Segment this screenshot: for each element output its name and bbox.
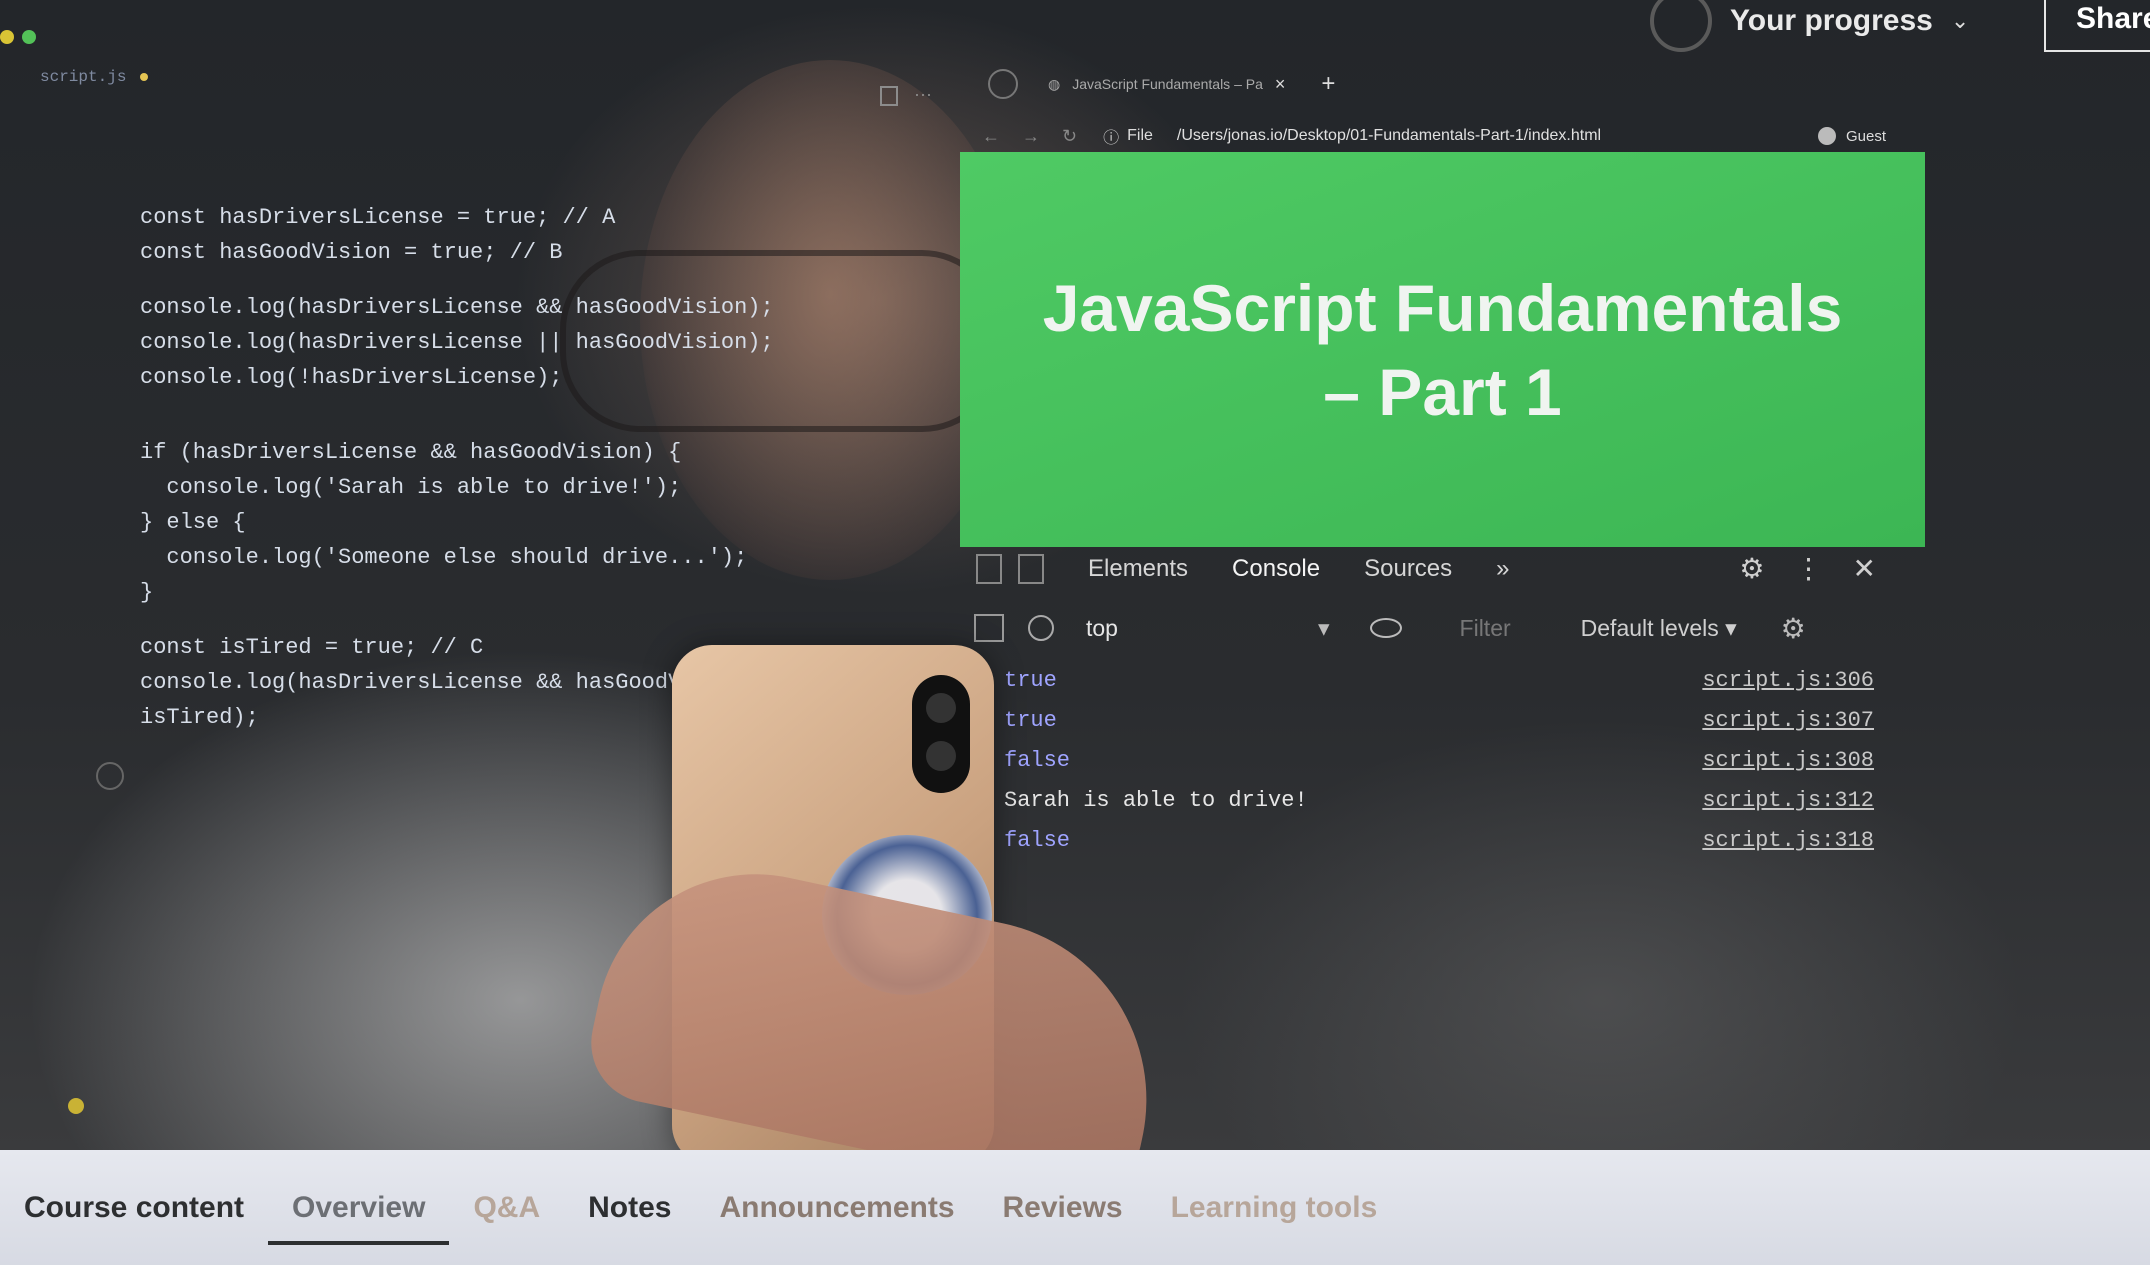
context-select[interactable]: top: [1086, 615, 1118, 642]
breakpoint-icon[interactable]: [96, 762, 124, 790]
browser-menu-icon[interactable]: [988, 69, 1018, 99]
console-row: Sarah is able to drive! script.js:312: [1004, 780, 1884, 820]
console-message: true: [1004, 667, 1057, 693]
code-line: console.log(hasDriversLicense && hasGood…: [140, 295, 774, 320]
camera-icon: [912, 675, 970, 793]
reload-icon[interactable]: ↻: [1062, 126, 1077, 147]
zoom-dot[interactable]: [22, 30, 36, 44]
progress-label: Your progress: [1730, 4, 1933, 37]
tab-announcements[interactable]: Announcements: [695, 1191, 978, 1225]
console-row: false script.js:308: [1004, 740, 1884, 780]
device-toggle-icon[interactable]: [1018, 554, 1044, 584]
tab-sources[interactable]: Sources: [1364, 555, 1452, 583]
browser-tab[interactable]: ◍ JavaScript Fundamentals – Pa ×: [1048, 74, 1285, 95]
tab-elements[interactable]: Elements: [1088, 555, 1188, 583]
minimize-dot[interactable]: [0, 30, 14, 44]
console-message: Sarah is able to drive!: [1004, 787, 1308, 813]
forward-icon[interactable]: →: [1022, 126, 1040, 147]
code-line: } else {: [140, 510, 246, 535]
code-line: console.log(hasDriversLicense || hasGood…: [140, 330, 774, 355]
unsaved-dot: [140, 73, 149, 81]
browser-tabbar: ◍ JavaScript Fundamentals – Pa × +: [960, 62, 1930, 106]
tab-overview[interactable]: Overview: [268, 1191, 450, 1245]
levels-dropdown[interactable]: Default levels ▾: [1581, 615, 1737, 642]
warning-dot-icon: [68, 1098, 84, 1114]
person-icon: [1817, 127, 1836, 145]
screen-photo: script.js ··· Your progress ⌄ Share cons…: [0, 0, 2150, 1206]
gear-icon[interactable]: ⚙: [1739, 552, 1764, 585]
console-row: false script.js:318: [1004, 820, 1884, 860]
console-source-link[interactable]: script.js:306: [1702, 668, 1874, 693]
address-bar[interactable]: ← → ↻ ⓘ File /Users/jonas.io/Desktop/01-…: [960, 116, 1930, 156]
share-button[interactable]: Share: [2044, 0, 2150, 52]
console-message: false: [1004, 747, 1071, 773]
close-icon[interactable]: ✕: [1853, 552, 1876, 585]
info-icon: ⓘ: [1103, 130, 1120, 147]
sidebar-toggle-icon[interactable]: [974, 614, 1004, 642]
window-controls: [0, 30, 36, 44]
devtools-actions: ⚙ ⋮ ✕: [1739, 552, 1876, 585]
inspect-icon[interactable]: [976, 554, 1002, 584]
console-message: true: [1004, 707, 1057, 733]
console-row: true script.js:307: [1004, 700, 1884, 740]
code-line: console.log(!hasDriversLicense);: [140, 365, 563, 390]
browser-window: ◍ JavaScript Fundamentals – Pa × + ← → ↻…: [960, 62, 1930, 882]
code-line: console.log('Someone else should drive..…: [140, 545, 748, 570]
console-source-link[interactable]: script.js:312: [1702, 788, 1874, 813]
console-source-link[interactable]: script.js:318: [1702, 828, 1874, 853]
clear-console-icon[interactable]: [1028, 615, 1054, 641]
more-tabs-icon[interactable]: »: [1496, 555, 1509, 583]
code-line: const hasGoodVision = true; // B: [140, 240, 563, 265]
eye-icon[interactable]: [1369, 618, 1402, 638]
progress-ring-icon: [1650, 0, 1712, 52]
editor-tab-label: script.js: [40, 68, 127, 86]
tab-course-content[interactable]: Course content: [0, 1191, 268, 1225]
kebab-icon[interactable]: ⋮: [1795, 552, 1823, 585]
back-icon[interactable]: ←: [982, 126, 1000, 147]
code-line: if (hasDriversLicense && hasGoodVision) …: [140, 440, 682, 465]
console-source-link[interactable]: script.js:307: [1702, 708, 1874, 733]
tab-qa[interactable]: Q&A: [449, 1191, 564, 1225]
code-line: const hasDriversLicense = true; // A: [140, 205, 616, 230]
console-output: true script.js:306 true script.js:307 fa…: [1004, 660, 1884, 860]
profile-button[interactable]: Guest: [1817, 127, 1886, 145]
progress-widget[interactable]: Your progress ⌄: [1650, 0, 1969, 52]
filter-input[interactable]: Filter: [1460, 615, 1511, 642]
page-heading: JavaScript Fundamentals – Part 1: [1042, 270, 1843, 429]
guest-label: Guest: [1845, 127, 1886, 145]
split-editor-icon[interactable]: [880, 86, 898, 106]
console-settings-icon[interactable]: ⚙: [1781, 612, 1806, 645]
tab-reviews[interactable]: Reviews: [979, 1191, 1147, 1225]
file-scheme-label: File: [1127, 127, 1153, 144]
console-message: false: [1004, 827, 1071, 853]
course-tabs: Course content Overview Q&A Notes Announ…: [0, 1150, 2150, 1265]
globe-icon: ◍: [1048, 75, 1061, 92]
devtools-tabs: Elements Console Sources » ⚙ ⋮ ✕: [960, 540, 1930, 598]
url-text[interactable]: /Users/jonas.io/Desktop/01-Fundamentals-…: [1177, 127, 1601, 145]
console-toolbar: top ▾ Filter Default levels ▾ ⚙: [960, 602, 1930, 654]
page-hero: JavaScript Fundamentals – Part 1: [960, 152, 1925, 547]
code-line: console.log('Sarah is able to drive!');: [140, 475, 682, 500]
browser-tab-title: JavaScript Fundamentals – Pa: [1072, 76, 1263, 92]
chevron-down-icon: ⌄: [1950, 8, 1970, 33]
console-source-link[interactable]: script.js:308: [1702, 748, 1874, 773]
console-row: true script.js:306: [1004, 660, 1884, 700]
code-line: }: [140, 580, 154, 605]
close-tab-icon[interactable]: ×: [1275, 74, 1286, 95]
caret-down-icon[interactable]: ▾: [1318, 615, 1330, 642]
editor-tab[interactable]: script.js: [40, 68, 149, 86]
tab-console[interactable]: Console: [1232, 555, 1320, 583]
tab-notes[interactable]: Notes: [564, 1191, 695, 1225]
tab-learning-tools[interactable]: Learning tools: [1147, 1191, 1402, 1225]
more-icon[interactable]: ···: [914, 84, 932, 105]
new-tab-icon[interactable]: +: [1321, 70, 1335, 98]
devtools-panel: Elements Console Sources » ⚙ ⋮ ✕ top ▾ F…: [960, 540, 1930, 880]
